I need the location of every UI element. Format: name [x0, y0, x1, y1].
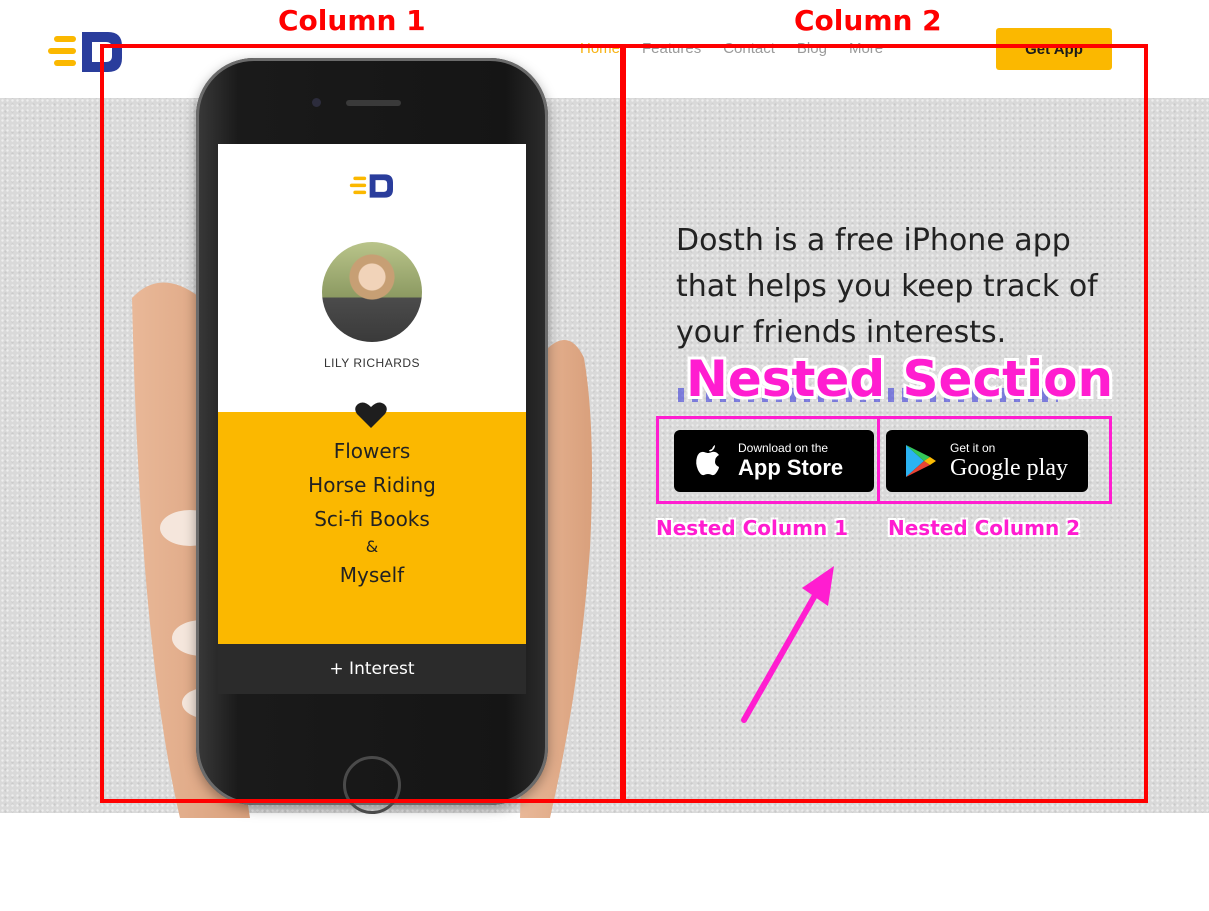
nested-column-2-label: Nested Column 2	[888, 516, 1081, 540]
nested-column-1-label: Nested Column 1	[656, 516, 849, 540]
arrow-icon	[741, 566, 834, 723]
nested-section-label: Nested Section	[686, 350, 1114, 408]
column-1-label: Column 1	[278, 4, 426, 37]
column-1-outline	[100, 44, 624, 803]
nested-column-1-outline	[656, 416, 880, 504]
column-2-label: Column 2	[794, 4, 942, 37]
